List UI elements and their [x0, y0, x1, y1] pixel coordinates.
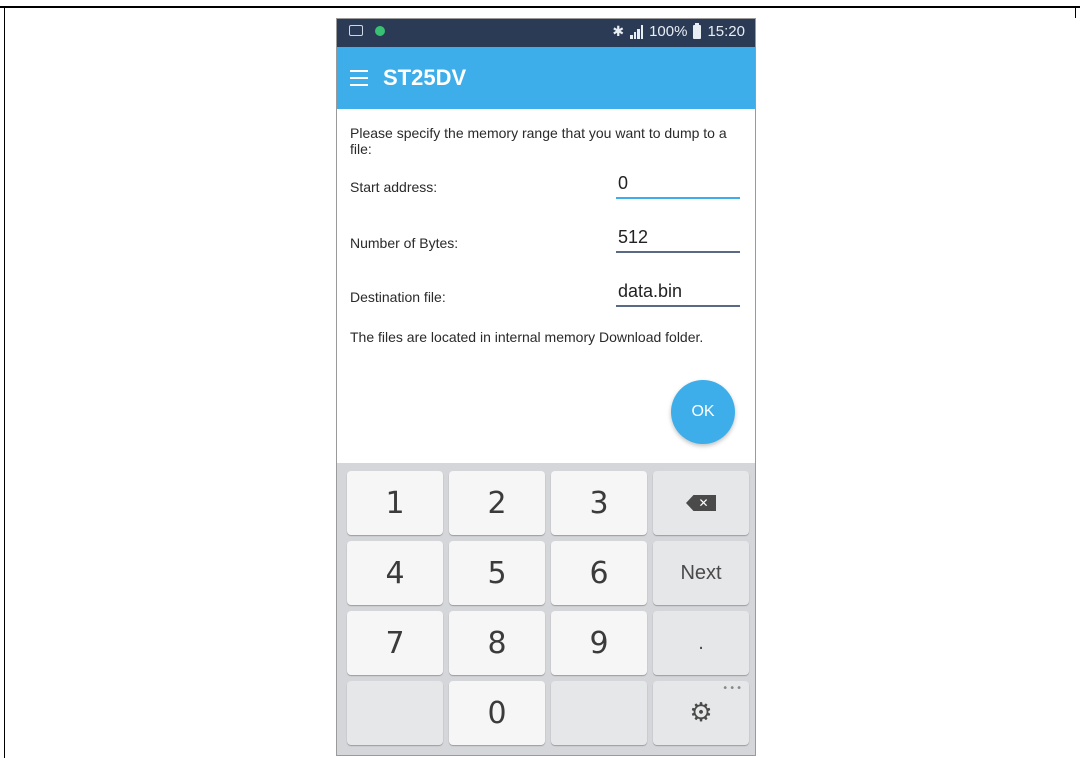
key-4[interactable]: 4: [347, 541, 443, 605]
phone-screen: ✱ 100% 15:20 ST25DV Please specify the m…: [336, 18, 756, 756]
ok-button[interactable]: OK: [671, 380, 735, 444]
key-8[interactable]: 8: [449, 611, 545, 675]
status-bar: ✱ 100% 15:20: [337, 19, 755, 47]
bluetooth-icon: ✱: [612, 23, 625, 39]
blank-key-left[interactable]: [347, 681, 443, 745]
next-key[interactable]: Next: [653, 541, 749, 605]
number-of-bytes-input[interactable]: [616, 225, 740, 253]
more-options-icon: •••: [722, 683, 743, 694]
clock: 15:20: [707, 23, 745, 40]
dump-memory-form: Please specify the memory range that you…: [337, 109, 755, 463]
location-note: The files are located in internal memory…: [350, 329, 704, 345]
key-6[interactable]: 6: [551, 541, 647, 605]
destination-file-label: Destination file:: [350, 289, 446, 305]
key-7[interactable]: 7: [347, 611, 443, 675]
numeric-keyboard: 1 2 3 ✕ 4 5 6 Next 7 8 9 . 0 ⚙ •••: [337, 463, 755, 755]
document-caption-clipped: [336, 0, 756, 6]
key-1[interactable]: 1: [347, 471, 443, 535]
backspace-icon: ✕: [686, 495, 716, 511]
document-frame-top-border: [0, 6, 1080, 8]
key-0[interactable]: 0: [449, 681, 545, 745]
battery-percent: 100%: [649, 23, 688, 40]
signal-icon: [630, 24, 644, 39]
start-address-input[interactable]: [616, 171, 740, 199]
key-9[interactable]: 9: [551, 611, 647, 675]
period-key[interactable]: .: [653, 611, 749, 675]
blank-key-right[interactable]: [551, 681, 647, 745]
hamburger-menu-icon[interactable]: [350, 70, 368, 86]
key-3[interactable]: 3: [551, 471, 647, 535]
destination-file-input[interactable]: [616, 279, 740, 307]
key-5[interactable]: 5: [449, 541, 545, 605]
instructions-text: Please specify the memory range that you…: [350, 125, 727, 157]
document-frame-right-border: [1075, 6, 1076, 18]
gear-icon: ⚙: [689, 698, 713, 728]
start-address-label: Start address:: [350, 179, 438, 195]
message-icon: [349, 25, 363, 36]
app-bar: ST25DV: [337, 47, 755, 109]
keyboard-settings-key[interactable]: ⚙ •••: [653, 681, 749, 745]
battery-icon: [693, 22, 702, 39]
key-2[interactable]: 2: [449, 471, 545, 535]
number-of-bytes-label: Number of Bytes:: [350, 235, 459, 251]
document-frame-left-border: [4, 6, 5, 758]
notification-dot-icon: [375, 25, 385, 36]
backspace-key[interactable]: ✕: [653, 471, 749, 535]
app-title: ST25DV: [383, 65, 467, 90]
